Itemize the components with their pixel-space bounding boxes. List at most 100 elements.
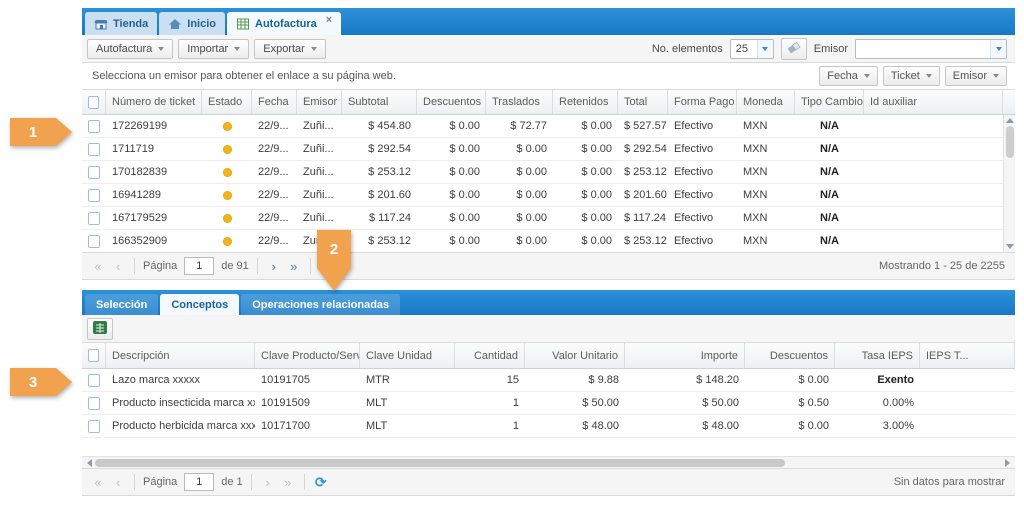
- first-page-button[interactable]: «: [90, 473, 106, 491]
- vertical-scrollbar[interactable]: [1003, 115, 1015, 252]
- tab-inicio[interactable]: Inicio: [159, 12, 225, 35]
- scroll-up-arrow-icon[interactable]: [1006, 118, 1014, 123]
- next-page-button[interactable]: ›: [260, 473, 276, 491]
- column-header-estado[interactable]: Estado: [202, 90, 252, 114]
- column-header-traslados[interactable]: Traslados: [486, 90, 553, 114]
- valor-unitario-cell: $ 48.00: [525, 415, 625, 437]
- clear-filter-button[interactable]: [781, 38, 807, 60]
- row-checkbox[interactable]: [88, 189, 100, 202]
- exportar-menu-button[interactable]: Exportar: [254, 39, 326, 59]
- column-header-importe[interactable]: Importe: [625, 343, 745, 368]
- row-checkbox[interactable]: [88, 397, 100, 410]
- column-header-retenidos[interactable]: Retenidos: [553, 90, 618, 114]
- emisor-filter-button[interactable]: Emisor: [945, 66, 1007, 86]
- scroll-left-arrow-icon[interactable]: [87, 459, 92, 467]
- column-header-fecha[interactable]: Fecha: [252, 90, 297, 114]
- ticket-row[interactable]: 166352909 22/9... Zuñi... $ 253.12 $ 0.0…: [82, 230, 1003, 252]
- descuentos-cell: $ 0.00: [417, 115, 486, 137]
- close-icon[interactable]: ×: [326, 15, 332, 25]
- annotation-callout-1: 1: [10, 118, 56, 146]
- scrollbar-thumb[interactable]: [95, 459, 785, 467]
- column-header-emisor[interactable]: Emisor: [297, 90, 342, 114]
- traslados-cell: $ 72.77: [486, 115, 553, 137]
- column-header-cantidad[interactable]: Cantidad: [455, 343, 525, 368]
- column-header-descuentos[interactable]: Descuentos: [417, 90, 486, 114]
- column-header-tipo-cambio[interactable]: Tipo Cambio: [795, 90, 864, 114]
- column-header-total[interactable]: Total: [618, 90, 668, 114]
- row-checkbox[interactable]: [88, 212, 100, 225]
- column-header-valor-unitario[interactable]: Valor Unitario: [525, 343, 625, 368]
- scroll-down-arrow-icon[interactable]: [1006, 244, 1014, 249]
- tab-operaciones-relacionadas[interactable]: Operaciones relacionadas: [241, 294, 400, 315]
- last-page-button[interactable]: »: [280, 473, 296, 491]
- column-header-ticket[interactable]: Número de ticket: [106, 90, 202, 114]
- column-header-id-auxiliar[interactable]: Id auxiliar: [864, 90, 1003, 114]
- row-checkbox[interactable]: [88, 120, 100, 133]
- ticket-row[interactable]: 167179529 22/9... Zuñi... $ 117.24 $ 0.0…: [82, 207, 1003, 230]
- fecha-filter-button[interactable]: Fecha: [819, 66, 878, 86]
- ticket-row[interactable]: 172269199 22/9... Zuñi... $ 454.80 $ 0.0…: [82, 115, 1003, 138]
- moneda-cell: MXN: [737, 207, 795, 229]
- scrollbar-thumb[interactable]: [1006, 126, 1014, 158]
- scroll-right-arrow-icon[interactable]: [1005, 459, 1010, 467]
- row-checkbox[interactable]: [88, 374, 100, 387]
- export-excel-button[interactable]: [87, 318, 113, 340]
- page-number-input[interactable]: [184, 473, 214, 491]
- id-auxiliar-cell: [864, 138, 1003, 160]
- row-checkbox[interactable]: [88, 143, 100, 156]
- combo-trigger[interactable]: [757, 40, 773, 58]
- last-page-button[interactable]: »: [286, 257, 302, 275]
- row-checkbox[interactable]: [88, 420, 100, 433]
- tipo-cambio-cell: N/A: [795, 207, 864, 229]
- row-checkbox[interactable]: [88, 235, 100, 248]
- checkbox-icon[interactable]: [88, 349, 99, 362]
- ticket-number-cell: 167179529: [106, 207, 202, 229]
- ticket-row[interactable]: 16941289 22/9... Zuñi... $ 201.60 $ 0.00…: [82, 184, 1003, 207]
- column-header-forma-pago[interactable]: Forma Pago: [668, 90, 737, 114]
- detail-tabbar: Selección Conceptos Operaciones relacion…: [82, 290, 1015, 315]
- chevron-down-icon: [158, 47, 164, 51]
- tab-autofactura[interactable]: Autofactura ×: [227, 12, 341, 35]
- page-number-input[interactable]: [184, 257, 214, 275]
- select-all-checkbox[interactable]: [82, 343, 106, 368]
- row-checkbox[interactable]: [88, 166, 100, 179]
- callout-number: 2: [317, 230, 351, 268]
- tab-conceptos[interactable]: Conceptos: [160, 294, 239, 315]
- prev-page-button[interactable]: ‹: [110, 257, 126, 275]
- checkbox-icon[interactable]: [88, 96, 99, 109]
- prev-page-button[interactable]: ‹: [110, 473, 126, 491]
- emisor-combo[interactable]: [855, 39, 1007, 59]
- ticket-row[interactable]: 1711719 22/9... Zuñi... $ 292.54 $ 0.00 …: [82, 138, 1003, 161]
- horizontal-scrollbar[interactable]: [82, 456, 1015, 468]
- column-header-clave-unidad[interactable]: Clave Unidad: [360, 343, 455, 368]
- column-header-subtotal[interactable]: Subtotal: [342, 90, 417, 114]
- importar-menu-button[interactable]: Importar: [178, 39, 249, 59]
- page-size-combo[interactable]: 25: [730, 39, 774, 59]
- column-header-moneda[interactable]: Moneda: [737, 90, 795, 114]
- next-page-button[interactable]: ›: [266, 257, 282, 275]
- descuentos-cell: $ 0.00: [417, 138, 486, 160]
- tab-seleccion[interactable]: Selección: [85, 294, 158, 315]
- select-all-checkbox[interactable]: [82, 90, 106, 114]
- column-header-ieps-t[interactable]: IEPS T...: [920, 343, 1015, 368]
- refresh-icon[interactable]: ⟳: [313, 473, 329, 491]
- emisor-input[interactable]: [856, 40, 990, 58]
- concept-row[interactable]: Lazo marca xxxxx 10191705 MTR 15 $ 9.88 …: [82, 369, 1015, 392]
- column-header-clave-producto[interactable]: Clave Producto/Serv...: [255, 343, 360, 368]
- first-page-button[interactable]: «: [90, 257, 106, 275]
- main-tabbar: Tienda Inicio Autofactura ×: [82, 8, 1015, 35]
- column-header-descuentos[interactable]: Descuentos: [745, 343, 835, 368]
- ticket-row[interactable]: 170182839 22/9... Zuñi... $ 253.12 $ 0.0…: [82, 161, 1003, 184]
- concept-row[interactable]: Producto insecticida marca xxx... 101915…: [82, 392, 1015, 415]
- column-header-descripcion[interactable]: Descripción: [106, 343, 255, 368]
- column-header-tasa-ieps[interactable]: Tasa IEPS: [835, 343, 920, 368]
- combo-trigger[interactable]: [990, 40, 1006, 58]
- ticket-filter-button[interactable]: Ticket: [883, 66, 940, 86]
- tickets-pagination-toolbar: « ‹ Página de 91 › » ⟳ Mostrando 1 - 25 …: [82, 252, 1015, 280]
- importe-cell: $ 50.00: [625, 392, 745, 414]
- tab-tienda[interactable]: Tienda: [85, 12, 157, 35]
- autofactura-menu-button[interactable]: Autofactura: [87, 39, 173, 59]
- home-icon: [168, 17, 182, 31]
- concept-row[interactable]: Producto herbicida marca xxxxx. 10171700…: [82, 415, 1015, 438]
- chevron-down-icon: [311, 47, 317, 51]
